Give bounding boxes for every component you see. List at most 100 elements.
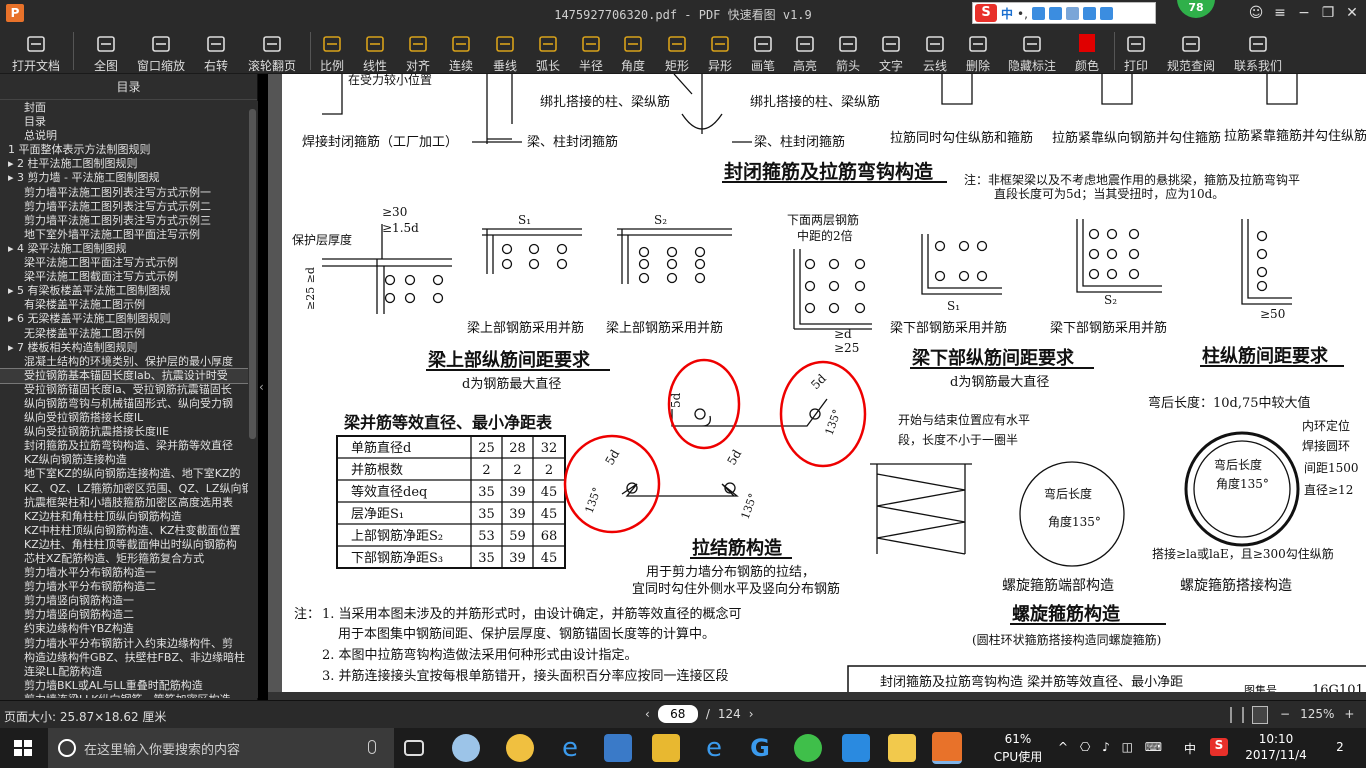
internet-explorer-icon[interactable]: e [700,734,728,762]
notes-app-icon[interactable] [888,734,916,762]
microphone-icon[interactable] [1031,6,1045,20]
toc-scrollbar[interactable] [248,101,258,698]
ime-mode-label[interactable]: 中 [1001,5,1013,22]
toc-item[interactable]: 剪力墙平法施工图列表注写方式示例三 [0,214,248,228]
clock-date[interactable]: 2017/11/4 [1236,748,1316,762]
user-icon[interactable]: ☺ [1246,3,1266,23]
toc-item[interactable]: 目录 [0,115,248,129]
toc-item[interactable]: 连梁LL配筋构造 [0,665,248,679]
toc-item[interactable]: ▸ 2 柱平法施工图制图规则 [0,157,248,171]
app-fan-icon[interactable] [452,734,480,762]
toolbar-zoom-window-button[interactable]: 窗口缩放 [135,26,187,74]
toc-item[interactable]: ▸ 4 梁平法施工图制图规 [0,242,248,256]
toc-item[interactable]: 受拉钢筋锚固长度la、受拉钢筋抗震锚固长 [0,383,248,397]
windows-start-icon[interactable] [14,740,32,756]
document-viewer[interactable]: 在受力较小位置 绑扎搭接的柱、梁纵筋 焊接封闭箍筋（工厂加工） 梁、柱封闭箍筋 … [268,74,1366,700]
punctuation-icon[interactable]: •, [1017,7,1028,21]
single-page-view-icon[interactable] [1230,707,1244,723]
toc-item[interactable]: 剪力墙平法施工图列表注写方式示例二 [0,200,248,214]
toc-item[interactable]: 剪力墙连梁LLK纵向钢筋、箍筋加密区构造 [0,693,248,698]
prev-page-icon[interactable]: ‹ [645,707,650,721]
toc-item[interactable]: ▸ 7 楼板相关构造制图规则 [0,341,248,355]
app-360-icon[interactable] [794,734,822,762]
toc-item[interactable]: 纵向钢筋弯钩与机械锚固形式、纵向受力钢 [0,397,248,411]
toc-item[interactable]: KZ纵向钢筋连接构造 [0,453,248,467]
toolbar-erase-button[interactable]: 删除 [952,26,1004,74]
input-lang[interactable]: 中 [1184,740,1196,757]
app-plus-icon[interactable] [842,734,870,762]
toc-item[interactable]: 剪力墙水平分布钢筋构造一 [0,566,248,580]
zoom-level[interactable]: 125% [1300,707,1334,721]
toc-item[interactable]: 构造边缘构件GBZ、扶壁柱FBZ、非边缘暗柱 [0,651,248,665]
toc-item[interactable]: 芯柱XZ配筋构造、矩形箍筋复合方式 [0,552,248,566]
toc-item[interactable]: ▸ 5 有梁板楼盖平法施工图制图规 [0,284,248,298]
store-icon[interactable] [604,734,632,762]
toc-item[interactable]: 封闭箍筋及拉筋弯钩构造、梁并筋等效直径 [0,439,248,453]
toc-item[interactable]: 封面 [0,101,248,115]
toc-item[interactable]: ▸ 6 无梁楼盖平法施工图制图规则 [0,312,248,326]
toc-item[interactable]: 地下室KZ的纵向钢筋连接构造、地下室KZ的 [0,467,248,481]
toc-item[interactable]: 纵向受拉钢筋搭接长度lL [0,411,248,425]
toc-item[interactable]: 地下室外墙平法施工图平面注写示例 [0,228,248,242]
sogou-tray-icon[interactable]: S [1210,738,1228,756]
minimize-icon[interactable]: − [1294,3,1314,23]
toc-item[interactable]: KZ、QZ、LZ箍筋加密区范围、QZ、LZ纵向钢 [0,482,248,496]
toc-item[interactable]: 约束边缘构件YBZ构造 [0,622,248,636]
close-icon[interactable]: ✕ [1342,3,1362,23]
toc-item[interactable]: 剪力墙竖向钢筋构造一 [0,594,248,608]
toc-item[interactable]: 混凝土结构的环境类别、保护层的最小厚度 [0,355,248,369]
toolbar-contact-button[interactable]: 联系我们 [1232,26,1284,74]
next-page-icon[interactable]: › [749,707,754,721]
taskbar-search-box[interactable]: 在这里输入你要搜索的内容 [48,728,394,768]
collapse-sidebar-icon[interactable]: ‹ [259,380,264,394]
toc-scroll-thumb[interactable] [249,109,256,439]
toolbar-codes-button[interactable]: 规范查阅 [1165,26,1217,74]
toc-item[interactable]: 总说明 [0,129,248,143]
toolbar-fit-button[interactable]: 全图 [80,26,132,74]
zoom-in-icon[interactable]: + [1344,707,1354,721]
ime-toolbar[interactable]: S 中 •, [972,2,1156,24]
menu-icon[interactable]: ≡ [1270,3,1290,23]
app-g-icon[interactable]: G [746,734,774,762]
toc-item[interactable]: 1 平面整体表示方法制图规则 [0,143,248,157]
pdf-viewer-icon[interactable] [932,732,962,764]
app-weather-icon[interactable] [506,734,534,762]
notification-icon[interactable]: 2 [1328,740,1352,754]
zoom-out-icon[interactable]: − [1280,707,1290,721]
toolbar-open-button[interactable]: 打开文档 [10,26,62,74]
microphone-icon[interactable] [368,740,376,754]
page-number-input[interactable]: 68 [657,705,698,723]
toc-item[interactable]: 梁平法施工图截面注写方式示例 [0,270,248,284]
toc-item[interactable]: 剪力墙平法施工图列表注写方式示例一 [0,186,248,200]
toc-item[interactable]: 有梁楼盖平法施工图示例 [0,298,248,312]
toc-item[interactable]: 纵向受拉钢筋抗震搭接长度llE [0,425,248,439]
toc-item[interactable]: 抗震框架柱和小墙肢箍筋加密区高度选用表 [0,496,248,510]
edge-browser-icon[interactable]: e [556,734,584,762]
toc-item[interactable]: 剪力墙水平分布钢筋构造二 [0,580,248,594]
task-view-icon[interactable] [404,740,424,756]
toolbar-color-button[interactable]: 颜色 [1061,26,1113,74]
keyboard-icon[interactable] [1048,6,1062,20]
continuous-view-icon[interactable] [1252,706,1268,724]
tray-icons[interactable]: ^ ⎔ ♪ ◫ ⌨ [1058,740,1178,754]
toc-item[interactable]: ▸ 3 剪力墙 - 平法施工图制图规 [0,171,248,185]
toolbar-hide-button[interactable]: 隐藏标注 [1006,26,1058,74]
clock-time[interactable]: 10:10 [1236,732,1316,746]
toc-item[interactable]: KZ边柱和角柱柱顶纵向钢筋构造 [0,510,248,524]
toc-item[interactable]: 无梁楼盖平法施工图示例 [0,327,248,341]
maximize-icon[interactable]: ❐ [1318,3,1338,23]
toc-item[interactable]: KZ中柱柱顶纵向钢筋构造、KZ柱变截面位置 [0,524,248,538]
toolbar-scroll-page-button[interactable]: 滚轮翻页 [246,26,298,74]
toolbar-print-button[interactable]: 打印 [1110,26,1162,74]
toc-item[interactable]: 剪力墙水平分布钢筋计入约束边缘构件、剪 [0,637,248,651]
toc-item[interactable]: 剪力墙竖向钢筋构造二 [0,608,248,622]
toc-item[interactable]: 受拉钢筋基本锚固长度lab、抗震设计时受 [0,367,248,384]
wrench-icon[interactable] [1099,6,1113,20]
toolbox-icon[interactable] [1065,6,1079,20]
toc-item[interactable]: 剪力墙BKL或AL与LL重叠时配筋构造 [0,679,248,693]
toc-item[interactable]: KZ边柱、角柱柱顶等截面伸出时纵向钢筋构 [0,538,248,552]
toc-item[interactable]: 梁平法施工图平面注写方式示例 [0,256,248,270]
skin-icon[interactable] [1082,6,1096,20]
toolbar-rotate-button[interactable]: 右转 [190,26,242,74]
file-explorer-icon[interactable] [652,734,680,762]
